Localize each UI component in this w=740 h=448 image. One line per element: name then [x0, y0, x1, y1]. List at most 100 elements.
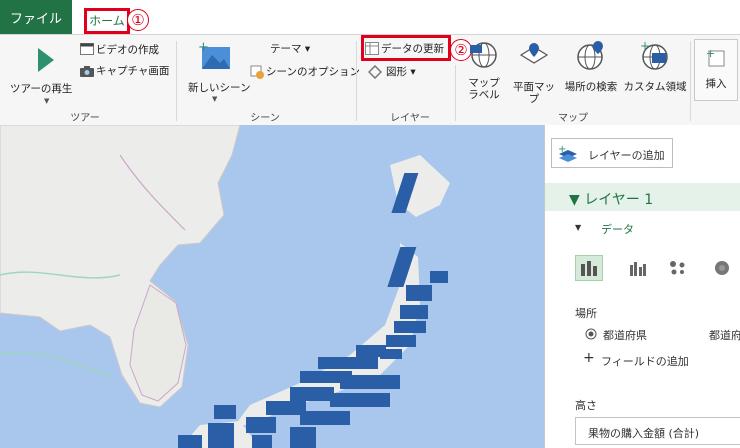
capture-screen-button[interactable]: キャプチャ画面: [80, 62, 175, 80]
group-separator: [690, 41, 691, 121]
add-field-label: フィールドの追加: [601, 355, 689, 368]
bar: [252, 435, 272, 448]
heatmap-icon[interactable]: [713, 260, 731, 276]
map-labels-button[interactable]: マップ ラベル: [462, 39, 506, 105]
map-labels-label-line1: マップ: [468, 77, 500, 89]
bar: [340, 375, 400, 389]
bar: [300, 411, 350, 425]
radio-icon[interactable]: [585, 328, 597, 340]
camera-icon: [80, 66, 94, 77]
group-label-layer: レイヤー: [390, 113, 430, 124]
stacked-column-button[interactable]: [575, 255, 603, 281]
bar: [430, 271, 448, 283]
scene-options-button[interactable]: シーンのオプション: [250, 63, 360, 81]
play-icon: [38, 48, 54, 72]
bar: [290, 427, 316, 448]
height-field-box[interactable]: 果物の購入金額 (合計): [575, 417, 740, 445]
location-label: 場所: [575, 307, 597, 320]
collapse-icon: ▼: [575, 223, 582, 232]
add-layer-icon: +: [558, 144, 577, 162]
layer-title: ▼ レイヤー 1: [569, 192, 654, 208]
height-label: 高さ: [575, 399, 597, 412]
tab-home[interactable]: ホーム: [84, 8, 130, 32]
map-canvas[interactable]: [0, 125, 544, 448]
bar: [208, 423, 234, 448]
group-label-scene: シーン: [250, 113, 280, 124]
stacked-column-icon: [581, 261, 597, 276]
insert-icon: +: [706, 48, 725, 67]
ribbon-tab-bar: ファイル ホーム ①: [0, 0, 740, 34]
data-section-header[interactable]: ▼ データ: [575, 221, 695, 239]
new-scene-label: 新しいシーン: [188, 82, 251, 94]
japan-map-svg: [0, 125, 450, 448]
group-separator: [455, 65, 456, 121]
add-layer-label: レイヤーの追加: [588, 149, 665, 162]
add-layer-button[interactable]: + レイヤーの追加: [551, 138, 673, 168]
bar: [356, 345, 386, 357]
group-label-tour: ツアー: [70, 113, 100, 124]
flat-map-label: 平面マップ: [513, 81, 555, 105]
data-section-label: データ: [601, 223, 634, 236]
shapes-button[interactable]: 図形 ▾: [368, 63, 428, 81]
refresh-data-label: データの更新: [381, 43, 444, 55]
bar: [386, 335, 416, 347]
capture-screen-label: キャプチャ画面: [96, 65, 170, 77]
bar: [214, 405, 236, 419]
new-scene-button[interactable]: + 新しいシーン ▼: [182, 39, 250, 105]
svg-text:+: +: [558, 144, 566, 155]
bar: [246, 417, 276, 433]
find-location-button[interactable]: 場所の検索: [562, 39, 620, 105]
shapes-label: 図形 ▾: [386, 66, 416, 78]
location-field-name: 都道府県: [603, 329, 647, 342]
new-scene-icon: +: [198, 41, 230, 69]
chevron-down-icon: ▼: [212, 95, 218, 103]
create-video-button[interactable]: ビデオの作成: [80, 41, 175, 59]
add-field-button[interactable]: + フィールドの追加: [583, 350, 713, 369]
bar: [406, 285, 432, 301]
video-icon: [80, 43, 94, 55]
layer-pane: + レイヤーの追加 ▼ レイヤー 1 ▼ データ 場所 都道府県 都道府 + フ…: [544, 125, 740, 448]
map-labels-label-line2: ラベル: [468, 89, 500, 101]
insert-button[interactable]: + 挿入: [694, 39, 738, 101]
svg-text:+: +: [706, 48, 715, 60]
tab-file[interactable]: ファイル: [0, 0, 72, 34]
flat-map-icon: [519, 43, 549, 64]
find-location-label: 場所の検索: [564, 81, 618, 93]
chevron-down-icon: ▼: [44, 97, 50, 105]
location-field-type: 都道府: [709, 329, 740, 342]
custom-region-label: カスタム領域: [623, 81, 687, 93]
plus-icon: +: [583, 350, 595, 366]
svg-text:+: +: [640, 41, 650, 53]
refresh-data-button[interactable]: データの更新: [365, 39, 449, 57]
bubble-icon[interactable]: [669, 260, 687, 276]
asia-landmass: [0, 125, 241, 408]
bar: [290, 387, 334, 401]
bar: [318, 357, 378, 369]
location-field-row[interactable]: 都道府県 都道府: [575, 325, 740, 345]
find-location-icon: [577, 41, 603, 70]
layer-header[interactable]: ▼ レイヤー 1: [545, 183, 740, 211]
bar: [394, 321, 426, 333]
custom-region-icon: +: [640, 41, 668, 70]
map-labels-label: マップ ラベル: [462, 77, 506, 101]
bar: [330, 393, 390, 407]
scene-options-label: シーンのオプション: [266, 66, 360, 78]
group-label-map: マップ: [558, 113, 588, 124]
map-labels-icon: [470, 42, 497, 68]
custom-region-button[interactable]: + カスタム領域: [622, 39, 688, 105]
theme-button[interactable]: テーマ ▾: [270, 41, 310, 56]
flat-map-button[interactable]: 平面マップ: [508, 39, 560, 105]
clustered-column-icon[interactable]: [629, 260, 647, 276]
create-video-label: ビデオの作成: [96, 44, 159, 56]
height-field-name: 果物の購入金額 (合計): [588, 427, 700, 440]
bar: [400, 305, 428, 319]
shapes-icon: [368, 65, 382, 79]
ribbon: ツアーの再生 ▼ ビデオの作成 キャプチャ画面 ツアー + 新しいシーン ▼ テ…: [0, 34, 740, 126]
callout-number-1: ①: [127, 9, 149, 31]
road-line: [0, 351, 111, 376]
bar: [178, 435, 202, 448]
play-tour-button[interactable]: ツアーの再生 ▼: [4, 41, 74, 105]
insert-label: 挿入: [705, 78, 727, 90]
group-separator: [176, 41, 177, 121]
scene-options-icon: [250, 65, 264, 79]
